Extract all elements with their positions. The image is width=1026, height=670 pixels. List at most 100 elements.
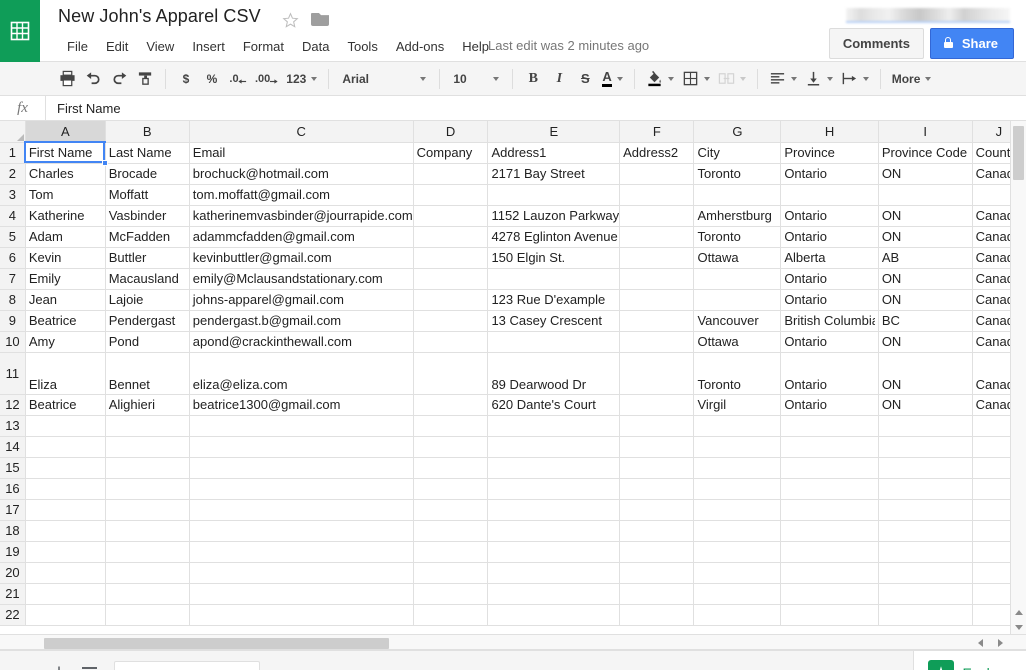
cell-D10[interactable] (413, 331, 488, 352)
cell-H7[interactable]: Ontario (781, 268, 879, 289)
cell-G19[interactable] (694, 541, 781, 562)
cell-I21[interactable] (878, 583, 972, 604)
cell-I12[interactable]: ON (878, 394, 972, 415)
row-header-14[interactable]: 14 (0, 436, 25, 457)
cell-H22[interactable] (781, 604, 879, 625)
menu-item-data[interactable]: Data (293, 36, 338, 57)
cell-G14[interactable] (694, 436, 781, 457)
cell-E13[interactable] (488, 415, 620, 436)
cell-D15[interactable] (413, 457, 488, 478)
cell-A8[interactable]: Jean (25, 289, 105, 310)
sheet-tab-customers-export[interactable]: customers_export (114, 661, 260, 670)
cell-F6[interactable] (620, 247, 694, 268)
cell-G10[interactable]: Ottawa (694, 331, 781, 352)
cell-C15[interactable] (189, 457, 413, 478)
cell-D20[interactable] (413, 562, 488, 583)
text-wrap-button[interactable] (837, 66, 873, 92)
row-header-17[interactable]: 17 (0, 499, 25, 520)
cell-B13[interactable] (105, 415, 189, 436)
cell-E18[interactable] (488, 520, 620, 541)
cell-B7[interactable]: Macausland (105, 268, 189, 289)
cell-H3[interactable] (781, 184, 879, 205)
cell-F20[interactable] (620, 562, 694, 583)
cell-A15[interactable] (25, 457, 105, 478)
cell-H4[interactable]: Ontario (781, 205, 879, 226)
cell-D16[interactable] (413, 478, 488, 499)
cell-F10[interactable] (620, 331, 694, 352)
cell-E6[interactable]: 150 Elgin St. (488, 247, 620, 268)
cell-I14[interactable] (878, 436, 972, 457)
cell-I1[interactable]: Province Code (878, 142, 972, 163)
menu-item-edit[interactable]: Edit (97, 36, 137, 57)
cell-D12[interactable] (413, 394, 488, 415)
cell-B1[interactable]: Last Name (105, 142, 189, 163)
cell-I7[interactable]: ON (878, 268, 972, 289)
cell-I3[interactable] (878, 184, 972, 205)
cell-C17[interactable] (189, 499, 413, 520)
cell-F15[interactable] (620, 457, 694, 478)
borders-button[interactable] (678, 66, 714, 92)
cell-D9[interactable] (413, 310, 488, 331)
menu-item-insert[interactable]: Insert (183, 36, 234, 57)
cell-B4[interactable]: Vasbinder (105, 205, 189, 226)
cell-I8[interactable]: ON (878, 289, 972, 310)
cell-I17[interactable] (878, 499, 972, 520)
cell-I15[interactable] (878, 457, 972, 478)
cell-A13[interactable] (25, 415, 105, 436)
menu-item-view[interactable]: View (137, 36, 183, 57)
cell-C3[interactable]: tom.moffatt@gmail.com (189, 184, 413, 205)
cell-I22[interactable] (878, 604, 972, 625)
cell-E5[interactable]: 4278 Eglinton Avenue (488, 226, 620, 247)
cell-D21[interactable] (413, 583, 488, 604)
decrease-decimal-button[interactable]: .0 (225, 66, 251, 92)
cell-E4[interactable]: 1152 Lauzon Parkway (488, 205, 620, 226)
comments-button[interactable]: Comments (829, 28, 924, 59)
cell-C11[interactable]: eliza@eliza.com (189, 352, 413, 394)
cell-B6[interactable]: Buttler (105, 247, 189, 268)
cell-G11[interactable]: Toronto (694, 352, 781, 394)
cell-A21[interactable] (25, 583, 105, 604)
cell-I6[interactable]: AB (878, 247, 972, 268)
cell-C9[interactable]: pendergast.b@gmail.com (189, 310, 413, 331)
cell-D22[interactable] (413, 604, 488, 625)
cell-G6[interactable]: Ottawa (694, 247, 781, 268)
cell-E11[interactable]: 89 Dearwood Dr (488, 352, 620, 394)
cell-E12[interactable]: 620 Dante's Court (488, 394, 620, 415)
cell-A3[interactable]: Tom (25, 184, 105, 205)
paint-format-button[interactable] (132, 66, 158, 92)
cell-G16[interactable] (694, 478, 781, 499)
row-header-6[interactable]: 6 (0, 247, 25, 268)
bold-button[interactable]: B (520, 66, 546, 92)
cell-C1[interactable]: Email (189, 142, 413, 163)
cell-A6[interactable]: Kevin (25, 247, 105, 268)
cell-H10[interactable]: Ontario (781, 331, 879, 352)
cell-F13[interactable] (620, 415, 694, 436)
cell-G7[interactable] (694, 268, 781, 289)
menu-item-addons[interactable]: Add-ons (387, 36, 453, 57)
horizontal-scrollbar-track[interactable] (44, 635, 970, 649)
cell-E19[interactable] (488, 541, 620, 562)
cell-C19[interactable] (189, 541, 413, 562)
add-sheet-button[interactable]: + (44, 657, 74, 670)
column-header-a[interactable]: A (25, 121, 105, 142)
horizontal-scrollbar[interactable] (0, 634, 1026, 650)
cell-F21[interactable] (620, 583, 694, 604)
cell-B19[interactable] (105, 541, 189, 562)
cell-F4[interactable] (620, 205, 694, 226)
text-color-button[interactable]: A (598, 66, 626, 92)
cell-I16[interactable] (878, 478, 972, 499)
cell-H18[interactable] (781, 520, 879, 541)
cell-E2[interactable]: 2171 Bay Street (488, 163, 620, 184)
cell-E16[interactable] (488, 478, 620, 499)
menu-item-format[interactable]: Format (234, 36, 293, 57)
cell-B20[interactable] (105, 562, 189, 583)
horizontal-scrollbar-thumb[interactable] (44, 638, 389, 649)
cell-C4[interactable]: katherinemvasbinder@jourrapide.com (189, 205, 413, 226)
cell-F17[interactable] (620, 499, 694, 520)
cell-A14[interactable] (25, 436, 105, 457)
cell-I2[interactable]: ON (878, 163, 972, 184)
fill-handle[interactable] (102, 160, 108, 166)
cell-G20[interactable] (694, 562, 781, 583)
cell-G5[interactable]: Toronto (694, 226, 781, 247)
cell-F19[interactable] (620, 541, 694, 562)
